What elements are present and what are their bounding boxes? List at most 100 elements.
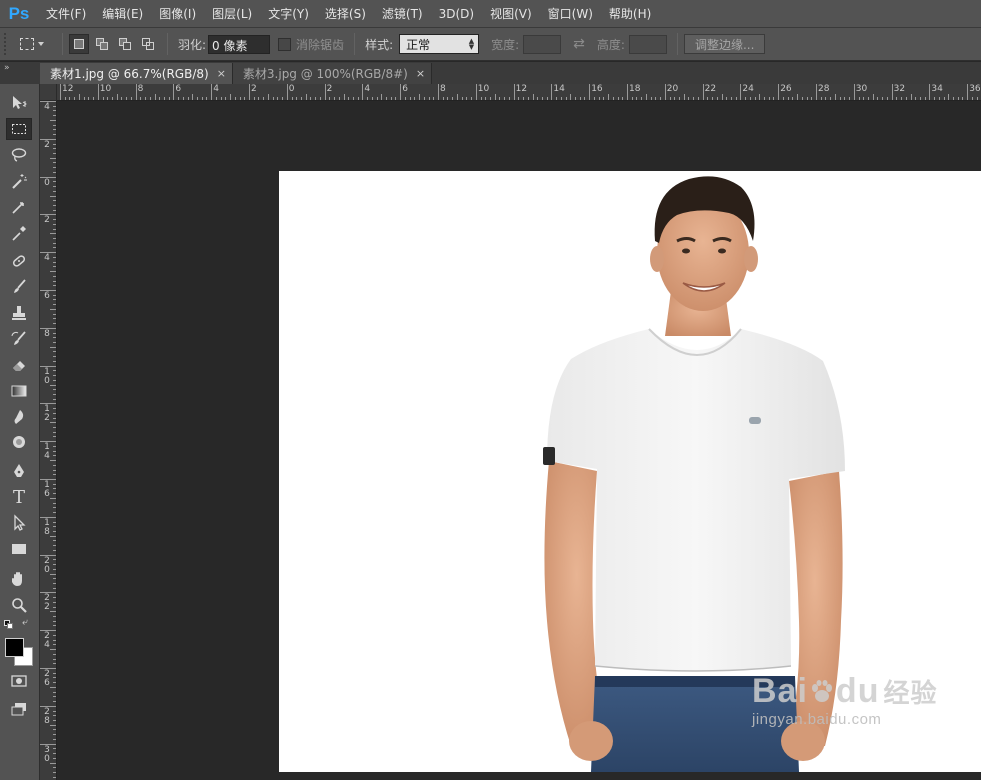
eraser-tool-icon[interactable]	[6, 354, 32, 376]
add-selection-button[interactable]	[92, 34, 112, 54]
ruler-label: 4	[213, 84, 219, 94]
ruler-minor-tick	[53, 209, 56, 211]
menu-edit[interactable]: 编辑(E)	[94, 0, 151, 28]
path-selection-tool-icon[interactable]	[6, 512, 32, 534]
ruler-minor-tick	[310, 97, 312, 100]
options-bar-grip[interactable]	[4, 33, 10, 55]
clone-stamp-tool-icon[interactable]	[6, 302, 32, 324]
zoom-tool-icon[interactable]	[6, 594, 32, 616]
menu-window[interactable]: 窗口(W)	[540, 0, 601, 28]
new-selection-button[interactable]	[69, 34, 89, 54]
ruler-minor-tick	[834, 94, 836, 100]
ruler-minor-tick	[504, 97, 506, 100]
ruler-label: 20	[666, 84, 679, 94]
ruler-minor-tick	[938, 97, 940, 100]
menu-3d[interactable]: 3D(D)	[431, 0, 482, 28]
menu-select[interactable]: 选择(S)	[317, 0, 374, 28]
ruler-minor-tick	[53, 719, 56, 721]
ruler-label: 22	[44, 593, 50, 613]
ruler-minor-tick	[53, 323, 56, 325]
ruler-minor-tick	[759, 94, 761, 100]
menu-view[interactable]: 视图(V)	[482, 0, 540, 28]
quick-mask-icon[interactable]	[6, 670, 32, 692]
width-input[interactable]	[523, 34, 562, 54]
move-tool-icon[interactable]	[6, 92, 32, 114]
eyedropper-tool-icon[interactable]	[6, 222, 32, 244]
history-brush-tool-icon[interactable]	[6, 328, 32, 350]
menu-layer[interactable]: 图层(L)	[204, 0, 260, 28]
hand-tool-icon[interactable]	[6, 568, 32, 590]
brush-tool-icon[interactable]	[6, 276, 32, 298]
vertical-ruler[interactable]: 42024681012141618202224262830	[40, 101, 57, 780]
ruler-minor-tick	[53, 171, 56, 173]
ruler-minor-tick	[53, 559, 56, 561]
default-colors-icon[interactable]	[4, 620, 14, 630]
rect-marquee-tool-icon[interactable]	[6, 118, 32, 140]
ruler-label: 18	[629, 84, 641, 94]
ruler-minor-tick	[53, 483, 56, 485]
subtract-selection-button[interactable]	[115, 34, 135, 54]
type-tool-icon[interactable]: T	[6, 486, 32, 508]
ruler-minor-tick	[584, 97, 586, 100]
close-icon[interactable]: ×	[416, 67, 425, 80]
ruler-tick	[816, 84, 817, 100]
foreground-color-swatch[interactable]	[5, 638, 24, 657]
menu-type[interactable]: 文字(Y)	[260, 0, 317, 28]
swap-colors-icon[interactable]: ⤶	[22, 617, 28, 628]
dodge-tool-icon[interactable]	[6, 432, 32, 454]
ruler-minor-tick	[593, 97, 595, 100]
doc-tab-2[interactable]: 素材3.jpg @ 100%(RGB/8#) ×	[232, 63, 433, 84]
ruler-minor-tick	[258, 97, 260, 100]
ruler-minor-tick	[215, 97, 217, 100]
magic-wand-tool-icon[interactable]	[6, 170, 32, 192]
ruler-minor-tick	[88, 97, 90, 100]
menu-image[interactable]: 图像(I)	[151, 0, 204, 28]
collapse-panel-icon[interactable]: »	[0, 62, 40, 84]
menu-file[interactable]: 文件(F)	[38, 0, 94, 28]
ruler-minor-tick	[53, 167, 56, 169]
tool-preset-picker[interactable]	[20, 33, 56, 55]
ruler-origin[interactable]	[40, 84, 57, 101]
ruler-minor-tick	[886, 97, 888, 100]
menu-filter[interactable]: 滤镜(T)	[374, 0, 431, 28]
height-input[interactable]	[628, 34, 667, 54]
antialias-checkbox[interactable]	[278, 37, 292, 51]
ruler-minor-tick	[489, 97, 491, 100]
ruler-minor-tick	[130, 97, 132, 100]
ruler-minor-tick	[943, 97, 945, 100]
ruler-minor-tick	[53, 734, 56, 736]
screen-mode-icon[interactable]	[6, 698, 32, 720]
rectangle-tool-icon[interactable]	[6, 538, 32, 560]
gradient-tool-icon[interactable]	[6, 380, 32, 402]
close-icon[interactable]: ×	[217, 67, 226, 80]
feather-input[interactable]: 0 像素	[208, 34, 271, 54]
menu-help[interactable]: 帮助(H)	[601, 0, 659, 28]
lasso-tool-icon[interactable]	[6, 144, 32, 166]
pen-tool-icon[interactable]	[6, 460, 32, 482]
ruler-minor-tick	[381, 94, 383, 100]
healing-brush-tool-icon[interactable]	[6, 250, 32, 272]
divider	[62, 33, 63, 55]
ruler-minor-tick	[83, 97, 85, 100]
swap-icon[interactable]: ⇄	[573, 36, 585, 52]
horizontal-ruler[interactable]: 12 10 8 6 4 2 0 2 4 6 8 10 12 14 16 18 20 22 24 26 28 30 32 34 3…	[57, 84, 981, 101]
refine-edge-button[interactable]: 调整边缘...	[683, 34, 766, 54]
ruler-tick	[929, 84, 931, 100]
ruler-minor-tick	[371, 97, 373, 100]
blur-tool-icon[interactable]	[6, 406, 32, 428]
crop-tool-icon[interactable]	[6, 196, 32, 218]
ruler-minor-tick	[206, 97, 208, 100]
ruler-minor-tick	[830, 97, 832, 100]
ruler-minor-tick	[319, 97, 321, 100]
ruler-minor-tick	[53, 351, 56, 353]
ruler-minor-tick	[806, 97, 808, 100]
ruler-minor-tick	[201, 97, 203, 100]
ruler-minor-tick	[485, 97, 487, 100]
ruler-minor-tick	[50, 686, 56, 688]
ruler-minor-tick	[348, 97, 350, 100]
intersect-selection-button[interactable]	[138, 34, 158, 54]
doc-tab-1[interactable]: 素材1.jpg @ 66.7%(RGB/8) ×	[40, 63, 233, 84]
ruler-minor-tick	[820, 97, 822, 100]
ruler-minor-tick	[282, 97, 284, 100]
style-select[interactable]: 正常 ▲ ▼	[399, 34, 480, 54]
